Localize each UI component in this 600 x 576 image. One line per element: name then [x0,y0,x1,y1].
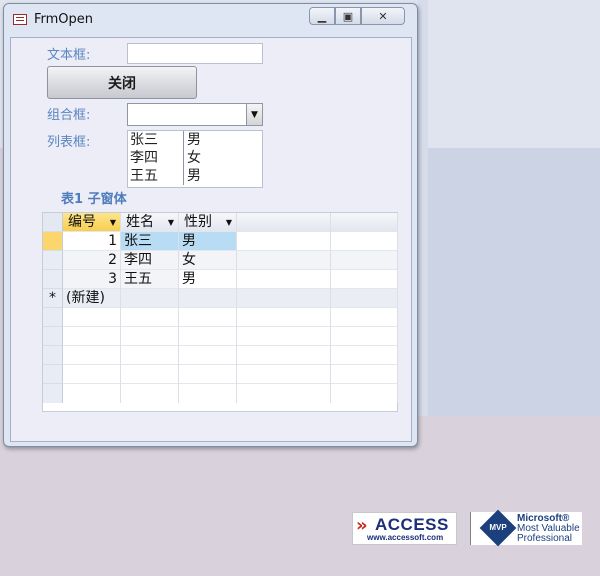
close-icon: ✕ [378,9,388,23]
maximize-button[interactable]: ▣ [335,7,361,25]
desktop-background-panel [428,148,600,416]
text-input[interactable] [127,43,263,64]
empty-cell[interactable] [121,289,179,308]
record-selector[interactable] [43,251,63,270]
access-logo-text: ACCESS [375,515,449,534]
chevron-down-icon[interactable]: ▼ [110,213,116,231]
maximize-icon: ▣ [342,9,354,23]
chevron-down-icon[interactable]: ▼ [168,213,174,231]
empty-cell [331,289,398,308]
empty-header [331,213,398,232]
header-row: 编号 ▼ 姓名 ▼ 性别 ▼ [43,213,398,232]
datasheet-grid[interactable]: 编号 ▼ 姓名 ▼ 性别 ▼ 1 张三 男 2 李四 女 3 王五 男 * (新… [42,212,398,412]
form-window: FrmOpen ▁ ▣ ✕ 文本框: 关闭 组合框: ▼ 列表框: 张三 男 李… [3,3,418,447]
cell-id[interactable]: 1 [63,232,121,251]
column-header-gender[interactable]: 性别 ▼ [179,213,237,232]
record-selector[interactable] [43,232,63,251]
empty-cell [331,251,398,270]
chevron-down-icon[interactable]: ▼ [226,213,232,231]
desktop-background-strip [418,0,428,416]
form-body: 文本框: 关闭 组合框: ▼ 列表框: 张三 男 李四 女 王五 男 表1 子窗… [10,37,412,442]
empty-header [237,213,331,232]
mvp-logo: MVP Microsoft® Most Valuable Professiona… [470,509,582,547]
empty-cell [237,232,331,251]
new-record-row[interactable]: * (新建) [43,289,398,308]
minimize-icon: ▁ [317,9,327,23]
table-row[interactable]: 1 张三 男 [43,232,398,251]
select-all-corner[interactable] [43,213,63,232]
cell-name[interactable]: 王五 [121,270,179,289]
list-item-gender: 男 [187,168,201,184]
cell-gender[interactable]: 男 [179,232,237,251]
column-header-label: 性别 [184,214,212,230]
list-item[interactable]: 张三 男 [128,131,262,149]
new-record-label[interactable]: (新建) [63,289,121,308]
new-record-marker: * [43,289,63,308]
list-item-name: 李四 [128,149,184,167]
combo-label: 组合框: [47,108,91,123]
column-header-label: 姓名 [126,214,154,230]
cell-gender[interactable]: 女 [179,251,237,270]
title-bar[interactable]: FrmOpen ▁ ▣ ✕ [4,4,417,34]
textbox-label: 文本框: [47,48,91,63]
list-item-name: 王五 [128,167,184,185]
record-selector[interactable] [43,270,63,289]
list-item-gender: 女 [187,150,201,166]
table-row[interactable]: 3 王五 男 [43,270,398,289]
close-button[interactable]: 关闭 [47,66,197,99]
table-row[interactable]: 2 李四 女 [43,251,398,270]
cell-id[interactable]: 2 [63,251,121,270]
empty-cell [331,270,398,289]
close-window-button[interactable]: ✕ [361,7,405,25]
list-item[interactable]: 李四 女 [128,149,262,167]
column-header-id[interactable]: 编号 ▼ [63,213,121,232]
cell-name[interactable]: 李四 [121,251,179,270]
list-box[interactable]: 张三 男 李四 女 王五 男 [127,130,263,188]
column-header-label: 编号 [68,214,96,230]
list-item-gender: 男 [187,132,201,148]
form-icon [13,14,27,25]
mvp-line-3: Professional [517,533,573,544]
empty-cell [237,289,331,308]
access-logo-url: www.accessoft.com [367,533,444,542]
empty-cell [331,232,398,251]
column-header-name[interactable]: 姓名 ▼ [121,213,179,232]
list-item-name: 张三 [128,131,184,149]
subform-title: 表1 子窗体 [61,192,127,207]
cell-name[interactable]: 张三 [121,232,179,251]
window-title: FrmOpen [34,12,94,27]
empty-cell [237,251,331,270]
listbox-label: 列表框: [47,135,91,150]
list-item[interactable]: 王五 男 [128,167,262,185]
cell-gender[interactable]: 男 [179,270,237,289]
mvp-badge-text: MVP [489,523,507,532]
window-controls: ▁ ▣ ✕ [309,7,405,27]
combo-box[interactable]: ▼ [127,103,263,126]
minimize-button[interactable]: ▁ [309,7,335,25]
access-logo: » ACCESS www.accessoft.com [352,512,457,545]
access-arrow-icon: » [356,515,368,536]
empty-cell [237,270,331,289]
cell-id[interactable]: 3 [63,270,121,289]
dropdown-arrow-icon[interactable]: ▼ [246,104,262,125]
empty-cell[interactable] [179,289,237,308]
